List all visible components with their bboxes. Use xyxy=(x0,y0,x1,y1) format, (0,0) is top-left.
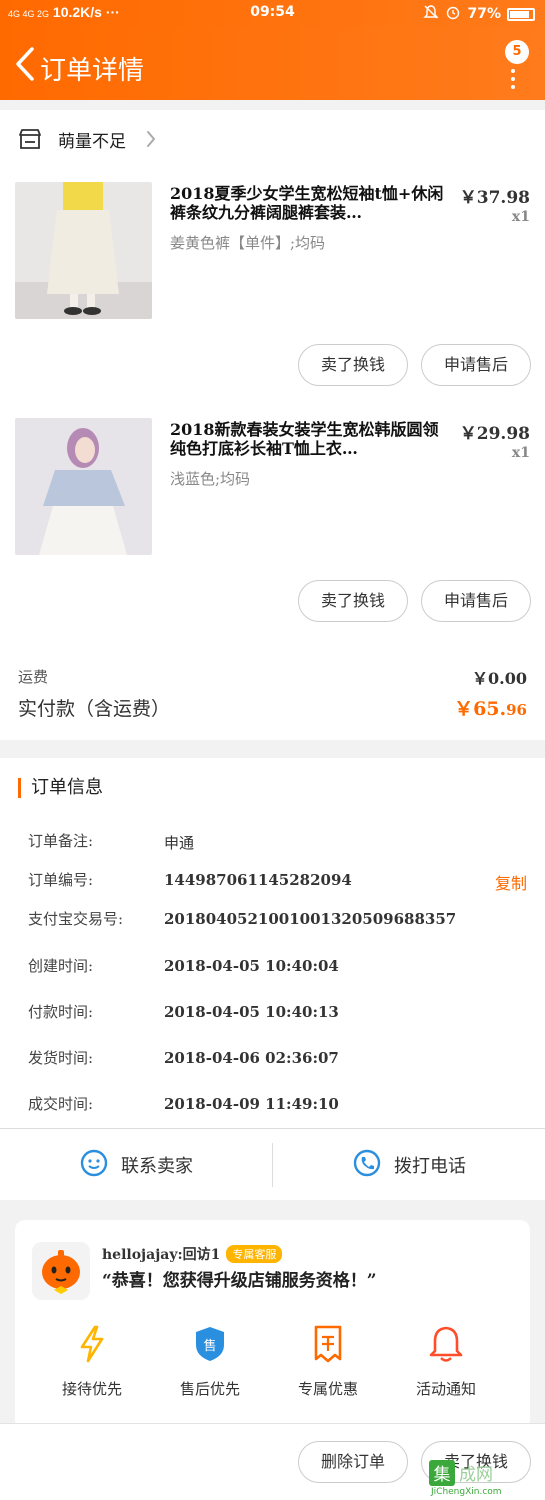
info-label: 订单备注: xyxy=(28,832,94,850)
shop-name: 萌量不足 xyxy=(58,132,126,152)
info-label: 成交时间: xyxy=(28,1095,94,1113)
info-label: 订单编号: xyxy=(28,871,94,889)
bell-icon xyxy=(391,1324,501,1364)
info-value: 2018-04-05 10:40:04 xyxy=(164,957,339,975)
watermark-logo: 集 成网 JiChengXin.com xyxy=(423,1456,541,1497)
store-icon xyxy=(18,128,42,154)
product-image xyxy=(15,418,152,555)
watermark-url: JiChengXin.com xyxy=(430,1487,502,1496)
after-sale-button[interactable]: 申请售后 xyxy=(421,580,531,622)
product-title: 2018新款春装女装学生宽松韩版圆领纯色打底衫长袖T恤上衣… xyxy=(170,420,439,458)
benefit-after-sale[interactable]: 售 售后优先 xyxy=(155,1324,265,1399)
status-right: 77% xyxy=(423,4,535,24)
watermark-char: 集 xyxy=(434,1465,451,1485)
copy-button[interactable]: 复制 xyxy=(495,870,527,894)
info-label: 发货时间: xyxy=(28,1049,94,1067)
watermark-text: 成网 xyxy=(459,1465,493,1485)
vip-message: “恭喜！您获得升级店铺服务资格！” xyxy=(102,1271,377,1291)
notification-badge: 5 xyxy=(505,40,529,64)
page-title: 订单详情 xyxy=(40,56,145,86)
product-quantity: x1 xyxy=(511,445,530,461)
order-info-section: 订单信息 订单备注: 申通 订单编号: 144987061145282094 复… xyxy=(0,758,545,1128)
nav-bar: 订单详情 5 xyxy=(0,26,545,100)
info-label: 支付宝交易号: xyxy=(28,910,124,928)
info-value: 2018-04-09 11:49:10 xyxy=(164,1095,339,1113)
battery-percent: 77% xyxy=(467,6,501,22)
sell-button[interactable]: 卖了换钱 xyxy=(298,344,408,386)
back-button[interactable] xyxy=(8,44,42,84)
svg-text:售: 售 xyxy=(203,1338,216,1354)
chevron-right-icon xyxy=(146,130,156,152)
service-shield-icon: 售 xyxy=(155,1324,265,1364)
info-value: 2018-04-06 02:36:07 xyxy=(164,1049,339,1067)
alarm-icon xyxy=(445,4,461,24)
benefit-label: 专属优惠 xyxy=(297,1380,358,1398)
benefit-label: 接待优先 xyxy=(61,1380,122,1398)
items-section: 2018夏季少女学生宽松短袖t恤+休闲裤条纹九分裤阔腿裤套装… 姜黄色裤【单件】… xyxy=(0,160,545,740)
battery-icon xyxy=(507,7,535,21)
shipping-value: ￥0.00 xyxy=(472,669,527,688)
paid-total: ￥65.96 xyxy=(454,694,527,721)
call-label: 拨打电话 xyxy=(394,1156,466,1177)
paid-total-cents: 96 xyxy=(506,701,527,719)
benefit-reception[interactable]: 接待优先 xyxy=(37,1324,147,1399)
vip-user: hellojajay:回访1 专属客服 xyxy=(102,1244,283,1264)
product-image xyxy=(15,182,152,319)
vip-tag: 专属客服 xyxy=(226,1245,283,1263)
product-price: ￥29.98 xyxy=(459,424,530,444)
status-bar: 4G 4G 2G 10.2K/s ··· 09:54 77% xyxy=(0,0,545,26)
product-price: ￥37.98 xyxy=(459,188,530,208)
benefit-label: 活动通知 xyxy=(415,1380,476,1398)
benefit-label: 售后优先 xyxy=(179,1380,240,1398)
product-spec: 浅蓝色;均码 xyxy=(170,470,251,488)
product-title: 2018夏季少女学生宽松短袖t恤+休闲裤条纹九分裤阔腿裤套装… xyxy=(170,184,444,222)
chat-icon xyxy=(79,1148,109,1183)
vip-card: hellojajay:回访1 专属客服 “恭喜！您获得升级店铺服务资格！” 接待… xyxy=(15,1220,530,1430)
product-quantity: x1 xyxy=(511,209,530,225)
sell-button[interactable]: 卖了换钱 xyxy=(298,580,408,622)
info-value: 2018-04-05 10:40:13 xyxy=(164,1003,339,1021)
more-menu-button[interactable]: 5 xyxy=(489,40,529,90)
after-sale-button[interactable]: 申请售后 xyxy=(421,344,531,386)
coupon-icon xyxy=(273,1324,383,1364)
contact-seller-button[interactable]: 联系卖家 xyxy=(0,1129,272,1201)
section-title: 订单信息 xyxy=(18,778,103,798)
call-button[interactable]: 拨打电话 xyxy=(273,1129,545,1201)
contact-seller-label: 联系卖家 xyxy=(121,1156,193,1177)
more-vertical-icon xyxy=(511,69,515,89)
chevron-left-icon xyxy=(16,47,34,81)
phone-icon xyxy=(352,1148,382,1183)
benefit-notify[interactable]: 活动通知 xyxy=(391,1324,501,1399)
shipping-label: 运费 xyxy=(18,668,49,686)
order-number: 144987061145282094 xyxy=(164,871,352,889)
info-label: 创建时间: xyxy=(28,957,94,975)
product-spec: 姜黄色裤【单件】;均码 xyxy=(170,234,326,252)
benefit-discount[interactable]: 专属优惠 xyxy=(273,1324,383,1399)
paid-total-main: ￥65. xyxy=(454,698,507,720)
delete-order-button[interactable]: 删除订单 xyxy=(298,1441,408,1483)
avatar xyxy=(32,1242,90,1300)
bottom-action-bar: 删除订单 卖了换钱 集 成网 JiChengXin.com xyxy=(0,1423,545,1500)
info-value: 2018040521001001320509688357 xyxy=(164,910,457,928)
lightning-icon xyxy=(37,1324,147,1364)
contact-bar: 联系卖家 拨打电话 xyxy=(0,1128,545,1200)
vip-username: hellojajay:回访1 xyxy=(102,1247,221,1263)
vip-section: hellojajay:回访1 专属客服 “恭喜！您获得升级店铺服务资格！” 接待… xyxy=(0,1200,545,1430)
info-label: 付款时间: xyxy=(28,1003,94,1021)
info-value: 申通 xyxy=(164,834,195,852)
mute-icon xyxy=(423,4,440,24)
paid-label: 实付款（含运费） xyxy=(18,698,171,720)
